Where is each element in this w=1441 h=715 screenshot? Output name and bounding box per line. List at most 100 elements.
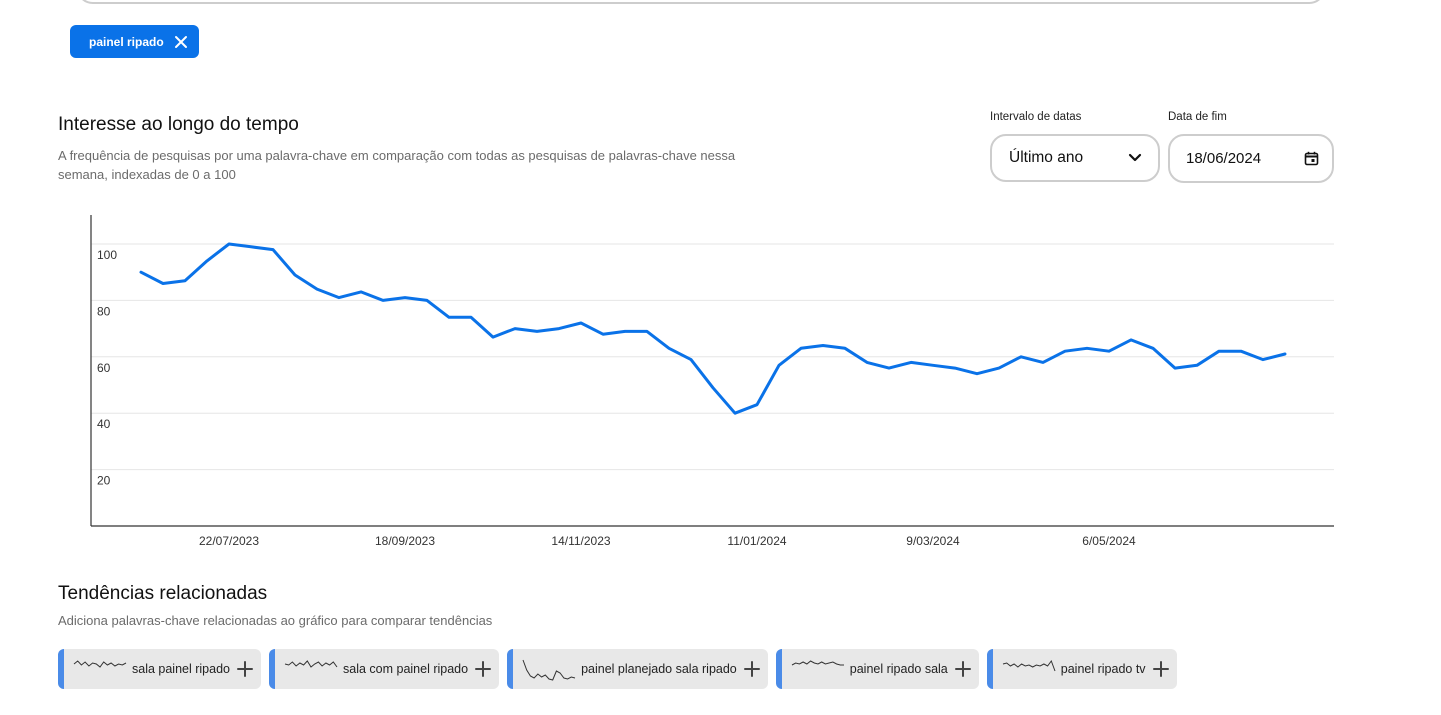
data-point: [624, 330, 627, 333]
chip-accent-bar: [58, 649, 64, 689]
x-tick-label: 6/05/2024: [1082, 534, 1136, 548]
data-point: [492, 336, 495, 339]
chip-accent-bar: [775, 649, 782, 689]
end-date-value: 18/06/2024: [1186, 150, 1262, 167]
data-point: [228, 243, 231, 246]
sparkline: [791, 660, 844, 666]
data-point: [250, 245, 253, 248]
related-trend-chip[interactable]: painel ripado sala: [775, 649, 979, 689]
data-point: [1064, 350, 1067, 353]
sparkline-path: [522, 659, 576, 681]
interest-title: Interesse ao longo do tempo: [58, 114, 299, 135]
related-trend-label: painel ripado tv: [1060, 662, 1146, 676]
sparkline: [1002, 659, 1056, 672]
data-point: [426, 299, 429, 302]
data-point: [1020, 355, 1023, 358]
related-trend-label: sala com painel ripado: [343, 662, 469, 676]
data-point: [646, 330, 649, 333]
data-point: [1284, 352, 1287, 355]
related-trends-list: sala painel ripado sala com painel ripado…: [58, 649, 1177, 689]
data-point: [1086, 347, 1089, 350]
interest-description-line-2: semana, indexadas de 0 a 100: [58, 167, 236, 182]
data-point: [1042, 361, 1045, 364]
data-point: [844, 347, 847, 350]
data-point: [1130, 338, 1133, 341]
related-trend-label: painel planejado sala ripado: [581, 662, 737, 676]
keyword-chip-label: painel ripado: [89, 34, 164, 49]
x-tick-label: 9/03/2024: [906, 534, 960, 548]
plus-icon[interactable]: [236, 660, 254, 678]
data-point: [536, 330, 539, 333]
data-point: [448, 316, 451, 319]
end-date-label: Data de fim: [1168, 111, 1227, 123]
plus-icon[interactable]: [1152, 660, 1170, 678]
date-range-label: Intervalo de datas: [990, 111, 1082, 123]
sparkline: [522, 659, 576, 681]
data-point: [778, 364, 781, 367]
interest-description-line-1: A frequência de pesquisas por uma palavr…: [58, 148, 736, 163]
data-point: [206, 259, 209, 262]
y-tick-label: 80: [97, 304, 111, 318]
data-point: [316, 288, 319, 291]
data-point: [470, 316, 473, 319]
chip-accent-bar: [986, 649, 993, 689]
sparkline-path: [284, 660, 338, 668]
data-point: [954, 367, 957, 370]
data-point: [404, 296, 407, 299]
related-trend-chip[interactable]: sala painel ripado: [58, 649, 261, 689]
data-point: [1152, 347, 1155, 350]
data-point: [272, 248, 275, 251]
related-trend-label: sala painel ripado: [132, 662, 230, 676]
interest-description: A frequência de pesquisas por uma palavr…: [58, 146, 735, 184]
data-point: [932, 364, 935, 367]
x-tick-label: 18/09/2023: [375, 534, 435, 548]
data-point: [294, 274, 297, 277]
data-point: [162, 282, 165, 285]
interest-line-chart: 100 80 60 40 20 22/07/2023 18/09/2023 14/11/202…: [90, 215, 1334, 548]
data-point: [1240, 350, 1243, 353]
related-trend-chip[interactable]: painel ripado tv: [986, 649, 1177, 689]
x-tick-label: 14/11/2023: [551, 534, 610, 548]
date-range-value: Último ano: [1009, 149, 1084, 166]
data-point: [910, 361, 913, 364]
data-point: [602, 333, 605, 336]
data-point: [140, 271, 143, 274]
data-point: [734, 412, 737, 415]
chevron-down-icon: [1128, 153, 1142, 162]
related-title: Tendências relacionadas: [58, 583, 268, 604]
data-point: [1108, 350, 1111, 353]
data-point: [514, 327, 517, 330]
data-point: [580, 321, 583, 324]
plus-icon[interactable]: [743, 660, 761, 678]
y-tick-label: 60: [97, 361, 111, 375]
chip-accent-bar: [269, 649, 275, 689]
search-bar[interactable]: [76, 0, 1326, 4]
sparkline-path: [791, 660, 844, 666]
y-tick-label: 100: [97, 248, 117, 262]
related-trend-label: painel ripado sala: [849, 662, 948, 676]
data-point: [1196, 364, 1199, 367]
data-point: [1218, 350, 1221, 353]
sparkline-path: [1002, 659, 1056, 672]
data-point: [888, 367, 891, 370]
data-point: [1174, 367, 1177, 370]
plus-icon[interactable]: [954, 660, 972, 678]
data-point: [690, 358, 693, 361]
keyword-chip[interactable]: painel ripado: [70, 25, 199, 58]
data-point: [184, 279, 187, 282]
related-description: Adiciona palavras-chave relacionadas ao …: [58, 613, 493, 628]
plus-icon[interactable]: [474, 660, 492, 678]
data-point: [712, 386, 715, 389]
sparkline-path: [73, 660, 127, 668]
related-trend-chip[interactable]: sala com painel ripado: [269, 649, 500, 689]
related-trend-chip[interactable]: painel planejado sala ripado: [507, 649, 768, 689]
sparkline: [284, 660, 338, 668]
chip-accent-bar: [507, 649, 514, 689]
date-range-select[interactable]: Último ano: [990, 134, 1160, 182]
end-date-input[interactable]: 18/06/2024: [1168, 134, 1334, 183]
data-point: [866, 361, 869, 364]
calendar-icon[interactable]: [1304, 151, 1319, 166]
x-tick-label: 22/07/2023: [199, 534, 259, 548]
close-icon[interactable]: [173, 34, 189, 50]
data-point: [558, 327, 561, 330]
